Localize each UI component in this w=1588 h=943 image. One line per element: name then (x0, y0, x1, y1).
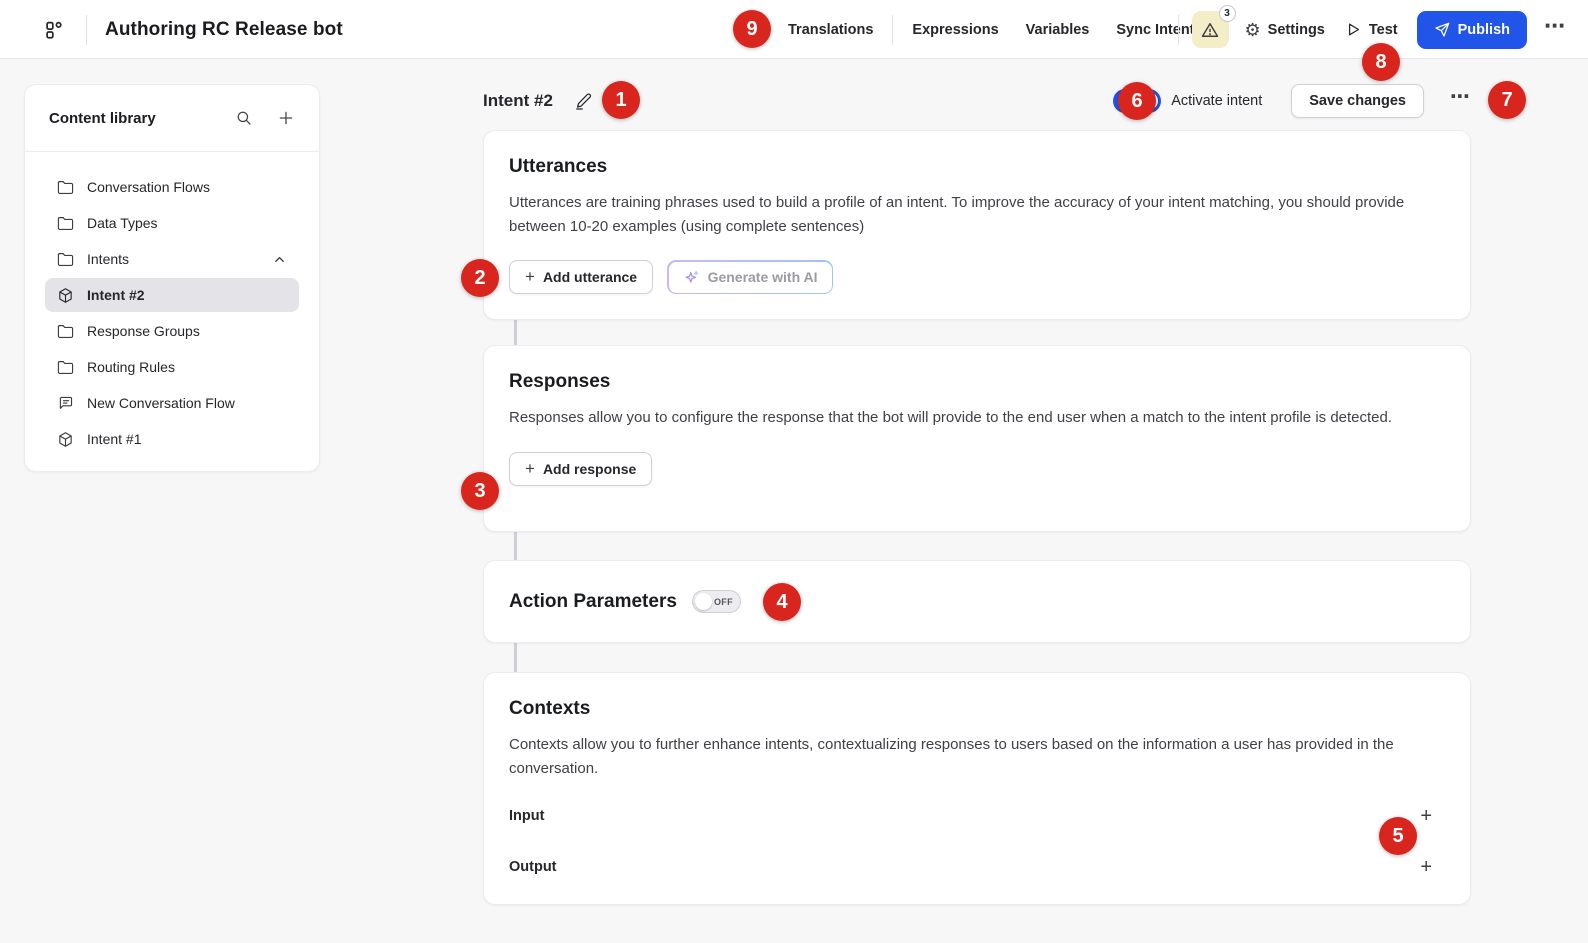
apps-grid-icon (43, 19, 65, 41)
responses-title: Responses (509, 346, 1445, 393)
warnings-button[interactable]: 3 (1192, 11, 1229, 48)
toggle-off-label: OFF (714, 597, 733, 607)
publish-button[interactable]: Publish (1417, 11, 1527, 49)
folder-icon (57, 359, 74, 376)
send-icon (1434, 22, 1450, 38)
sidebar-item-label: Routing Rules (87, 359, 287, 375)
utterances-title: Utterances (509, 131, 1445, 178)
gear-icon: ⚙ (1245, 21, 1261, 39)
app-switcher-button[interactable] (40, 16, 68, 44)
test-button[interactable]: Test (1345, 21, 1398, 38)
settings-label: Settings (1268, 22, 1325, 38)
add-content-icon[interactable] (277, 109, 295, 127)
add-input-context-button[interactable]: + (1420, 806, 1432, 826)
activate-intent-label: Activate intent (1171, 93, 1262, 109)
sidebar-item-conversation-flows[interactable]: Conversation Flows (45, 170, 299, 204)
context-output-row: Output + (509, 841, 1445, 892)
annotation-badge-4: 4 (763, 583, 801, 621)
sidebar-item-label: Conversation Flows (87, 179, 287, 195)
sparkle-icon (683, 269, 700, 286)
folder-icon (57, 251, 74, 268)
sidebar-item-label: Data Types (87, 215, 287, 231)
context-input-label: Input (509, 808, 1420, 824)
nav-expressions[interactable]: Expressions (912, 22, 998, 38)
intent-overflow-button[interactable]: ⋯ (1450, 87, 1471, 115)
intent-title: Intent #2 (483, 91, 553, 111)
topbar-nav: Translations Expressions Variables Sync … (788, 0, 1203, 59)
add-response-label: Add response (543, 461, 636, 477)
add-utterance-button[interactable]: + Add utterance (509, 260, 653, 294)
intent-cube-icon (57, 431, 74, 448)
plus-icon: + (525, 460, 535, 477)
action-parameters-card: Action Parameters OFF (483, 560, 1471, 643)
annotation-badge-2: 2 (461, 259, 499, 297)
generate-with-ai-label: Generate with AI (708, 269, 818, 285)
sidebar-item-intents[interactable]: Intents (45, 242, 299, 276)
contexts-title: Contexts (509, 673, 1445, 720)
annotation-badge-6: 6 (1118, 82, 1156, 120)
test-label: Test (1369, 22, 1398, 38)
annotation-badge-7: 7 (1488, 81, 1526, 119)
action-parameters-title: Action Parameters (509, 591, 677, 613)
sidebar-item-label: Intent #2 (87, 287, 287, 303)
warning-count-badge: 3 (1219, 5, 1236, 22)
annotation-badge-1: 1 (602, 81, 640, 119)
search-icon[interactable] (235, 109, 253, 127)
sidebar-item-data-types[interactable]: Data Types (45, 206, 299, 240)
context-input-row: Input + (509, 790, 1445, 841)
context-output-label: Output (509, 859, 1420, 875)
sidebar-item-label: New Conversation Flow (87, 395, 287, 411)
play-icon (1345, 21, 1362, 38)
utterances-card: Utterances Utterances are training phras… (483, 130, 1471, 320)
plus-icon: + (525, 268, 535, 285)
sidebar-item-response-groups[interactable]: Response Groups (45, 314, 299, 348)
sidebar-item-intent-1[interactable]: Intent #1 (45, 422, 299, 456)
content-library-title: Content library (49, 110, 235, 127)
topbar-right-divider (1178, 15, 1179, 45)
annotation-badge-8: 8 (1362, 43, 1400, 81)
annotation-badge-5: 5 (1379, 817, 1417, 855)
annotation-badge-9: 9 (733, 10, 771, 48)
sidebar-item-label: Response Groups (87, 323, 287, 339)
utterances-description: Utterances are training phrases used to … (509, 191, 1421, 238)
sidebar-item-new-conversation-flow[interactable]: New Conversation Flow (45, 386, 299, 420)
nav-translations[interactable]: Translations (788, 22, 873, 38)
add-utterance-label: Add utterance (543, 269, 637, 285)
bot-title: Authoring RC Release bot (105, 19, 343, 41)
nav-variables[interactable]: Variables (1026, 22, 1090, 38)
save-changes-button[interactable]: Save changes (1291, 84, 1424, 118)
contexts-card: Contexts Contexts allow you to further e… (483, 672, 1471, 905)
top-bar: Authoring RC Release bot Translations Ex… (0, 0, 1588, 59)
action-parameters-toggle[interactable]: OFF (692, 590, 741, 613)
sidebar-item-label: Intents (87, 251, 259, 267)
folder-icon (57, 179, 74, 196)
annotation-badge-3: 3 (461, 472, 499, 510)
sidebar-item-intent-2[interactable]: Intent #2 (45, 278, 299, 312)
chat-bubbles-icon (57, 395, 74, 412)
content-library-panel: Content library Conversation (24, 84, 320, 472)
warning-triangle-icon (1200, 20, 1220, 40)
contexts-description: Contexts allow you to further enhance in… (509, 733, 1421, 780)
add-response-button[interactable]: + Add response (509, 452, 652, 486)
sidebar-item-label: Intent #1 (87, 431, 287, 447)
generate-with-ai-button[interactable]: Generate with AI (667, 260, 833, 294)
publish-label: Publish (1458, 22, 1510, 38)
sidebar-item-routing-rules[interactable]: Routing Rules (45, 350, 299, 384)
settings-button[interactable]: ⚙ Settings (1245, 21, 1325, 39)
responses-card: Responses Responses allow you to configu… (483, 345, 1471, 532)
edit-intent-name-button[interactable] (574, 92, 593, 111)
add-output-context-button[interactable]: + (1420, 857, 1432, 877)
folder-icon (57, 323, 74, 340)
folder-icon (57, 215, 74, 232)
chevron-up-icon[interactable] (272, 252, 287, 267)
topbar-overflow-button[interactable]: ⋯ (1544, 16, 1566, 43)
responses-description: Responses allow you to configure the res… (509, 406, 1421, 430)
topbar-divider (86, 15, 87, 45)
pencil-icon (574, 92, 593, 111)
app-root: Authoring RC Release bot Translations Ex… (0, 0, 1588, 943)
toggle-knob (695, 593, 712, 610)
nav-divider (892, 15, 893, 45)
intent-cube-icon (57, 287, 74, 304)
